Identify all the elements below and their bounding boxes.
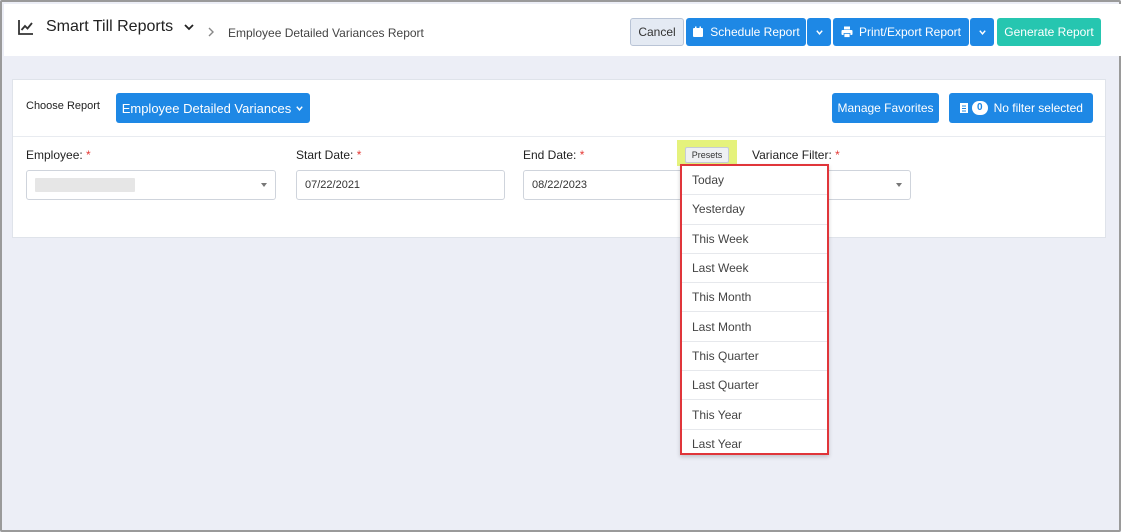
caret-down-icon: [896, 183, 902, 187]
print-export-button[interactable]: Print/Export Report: [833, 18, 969, 46]
calendar-icon: [693, 26, 704, 37]
variance-filter-label: Variance Filter: *: [752, 148, 840, 162]
manage-favorites-button[interactable]: Manage Favorites: [832, 93, 939, 123]
chevron-down-icon: [978, 29, 986, 35]
preset-item[interactable]: Last Month: [682, 312, 827, 342]
end-date-label: End Date: *: [523, 148, 585, 162]
cancel-button[interactable]: Cancel: [630, 18, 684, 46]
start-date-label: Start Date: *: [296, 148, 362, 162]
preset-item[interactable]: This Month: [682, 283, 827, 313]
printer-icon: [841, 26, 853, 38]
report-parameters-panel: Choose Report Employee Detailed Variance…: [12, 79, 1106, 238]
schedule-report-dropdown[interactable]: [807, 18, 831, 46]
filter-button[interactable]: 0 No filter selected: [949, 93, 1093, 123]
schedule-report-button[interactable]: Schedule Report: [686, 18, 806, 46]
app-title: Smart Till Reports: [46, 18, 174, 35]
print-export-dropdown[interactable]: [970, 18, 994, 46]
end-date-input[interactable]: 08/22/2023: [523, 170, 683, 200]
print-export-label: Print/Export Report: [858, 25, 962, 39]
generate-report-button[interactable]: Generate Report: [997, 18, 1101, 46]
line-chart-icon: [18, 20, 33, 35]
employee-label: Employee: *: [26, 148, 91, 162]
preset-item[interactable]: Last Quarter: [682, 371, 827, 401]
report-selector-value: Employee Detailed Variances: [121, 100, 292, 116]
breadcrumb: Employee Detailed Variances Report: [228, 26, 424, 40]
chevron-down-icon: [296, 105, 304, 111]
presets-button[interactable]: Presets: [685, 147, 729, 163]
top-bar: Smart Till Reports Employee Detailed Var…: [4, 4, 1121, 56]
schedule-report-label: Schedule Report: [710, 25, 800, 39]
filter-count-badge: 0: [972, 101, 988, 115]
filter-list-icon: [960, 103, 969, 113]
chevron-down-icon[interactable]: [183, 21, 195, 33]
app-title-menu[interactable]: Smart Till Reports: [18, 18, 195, 36]
start-date-input[interactable]: 07/22/2021: [296, 170, 505, 200]
preset-item[interactable]: Today: [682, 166, 827, 196]
report-selector[interactable]: Employee Detailed Variances: [116, 93, 310, 123]
panel-divider: [13, 136, 1105, 137]
preset-item[interactable]: This Week: [682, 225, 827, 254]
preset-item[interactable]: Last Week: [682, 254, 827, 284]
employee-select[interactable]: [26, 170, 276, 200]
caret-down-icon: [261, 183, 267, 187]
preset-item[interactable]: This Year: [682, 400, 827, 430]
app-window: Smart Till Reports Employee Detailed Var…: [0, 0, 1121, 532]
choose-report-label: Choose Report: [26, 100, 100, 112]
chevron-right-icon: [208, 27, 214, 37]
filter-label: No filter selected: [993, 101, 1083, 115]
preset-item[interactable]: Last Year: [682, 430, 827, 459]
preset-item[interactable]: Yesterday: [682, 195, 827, 225]
preset-item[interactable]: This Quarter: [682, 342, 827, 372]
chevron-down-icon: [815, 29, 823, 35]
presets-dropdown: Today Yesterday This Week Last Week This…: [680, 164, 829, 455]
employee-value-redacted: [35, 178, 135, 192]
